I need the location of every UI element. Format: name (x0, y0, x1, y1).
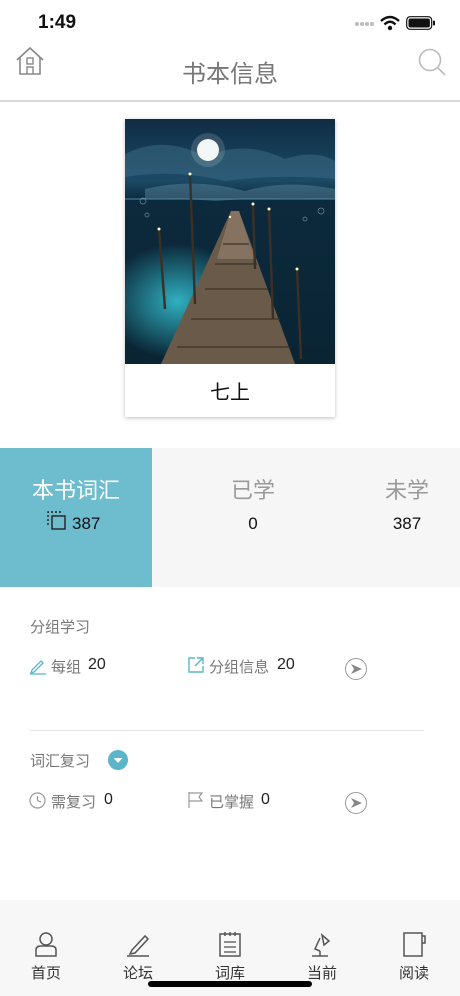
status-bar: 1:49 (0, 0, 460, 46)
total-vocab-count: 387 (72, 514, 101, 533)
total-vocab-label: 本书词汇 (31, 479, 120, 504)
group-study-title: 分组学习 (30, 618, 91, 636)
per-group-value[interactable]: 20 (88, 656, 106, 674)
unlearned-count: 387 (392, 514, 422, 533)
need-review-value: 0 (104, 791, 113, 808)
vocab-stats-panel: 本书词汇 387 已学 0 未学 387 (0, 448, 460, 587)
book-name: 七上 (210, 380, 250, 404)
wifi-icon (380, 15, 400, 31)
lamp-icon (312, 933, 331, 957)
pen-icon (29, 660, 46, 675)
learned-count: 0 (248, 514, 258, 533)
vocab-review-go-button[interactable] (345, 792, 367, 814)
home-indicator[interactable] (148, 981, 312, 987)
book-icon (403, 932, 426, 957)
mastered-label: 已掌握 (209, 793, 255, 811)
nav-bar: 书本信息 (0, 46, 460, 102)
book-cover-card[interactable]: 七上 (125, 119, 335, 417)
tab-home[interactable]: 首页 (0, 900, 92, 996)
clock-icon (29, 792, 46, 809)
send-arrow-icon (351, 664, 362, 674)
tab-current-label: 当前 (306, 964, 337, 982)
stack-icon (47, 511, 66, 530)
flag-icon (188, 792, 204, 808)
book-cover-image (125, 119, 335, 364)
page-title: 书本信息 (182, 60, 278, 88)
signal-icon (355, 22, 374, 26)
tab-reading-label: 阅读 (398, 964, 429, 982)
need-review-label: 需复习 (51, 793, 97, 811)
tab-forum-label: 论坛 (122, 964, 153, 982)
group-info-value: 20 (277, 656, 295, 673)
external-link-icon (188, 657, 204, 673)
dropdown-icon[interactable] (108, 750, 128, 770)
vocab-review-title: 词汇复习 (30, 752, 91, 770)
person-icon (35, 932, 57, 957)
status-time: 1:49 (38, 12, 77, 33)
learned-label[interactable]: 已学 (178, 473, 328, 505)
tab-reading[interactable]: 阅读 (368, 900, 460, 996)
send-arrow-icon (351, 798, 362, 808)
notepad-icon (219, 932, 241, 957)
per-group-label: 每组 (51, 658, 82, 676)
unlearned-label[interactable]: 未学 (332, 473, 460, 505)
group-info-label[interactable]: 分组信息 (209, 656, 269, 677)
group-study-go-button[interactable] (345, 658, 367, 680)
tab-home-label: 首页 (30, 964, 61, 982)
pen-icon (127, 934, 150, 957)
section-divider (30, 730, 424, 731)
search-icon[interactable] (417, 47, 447, 77)
battery-icon (406, 16, 435, 30)
mastered-value: 0 (261, 791, 270, 808)
tab-wordbank-label: 词库 (214, 964, 245, 982)
